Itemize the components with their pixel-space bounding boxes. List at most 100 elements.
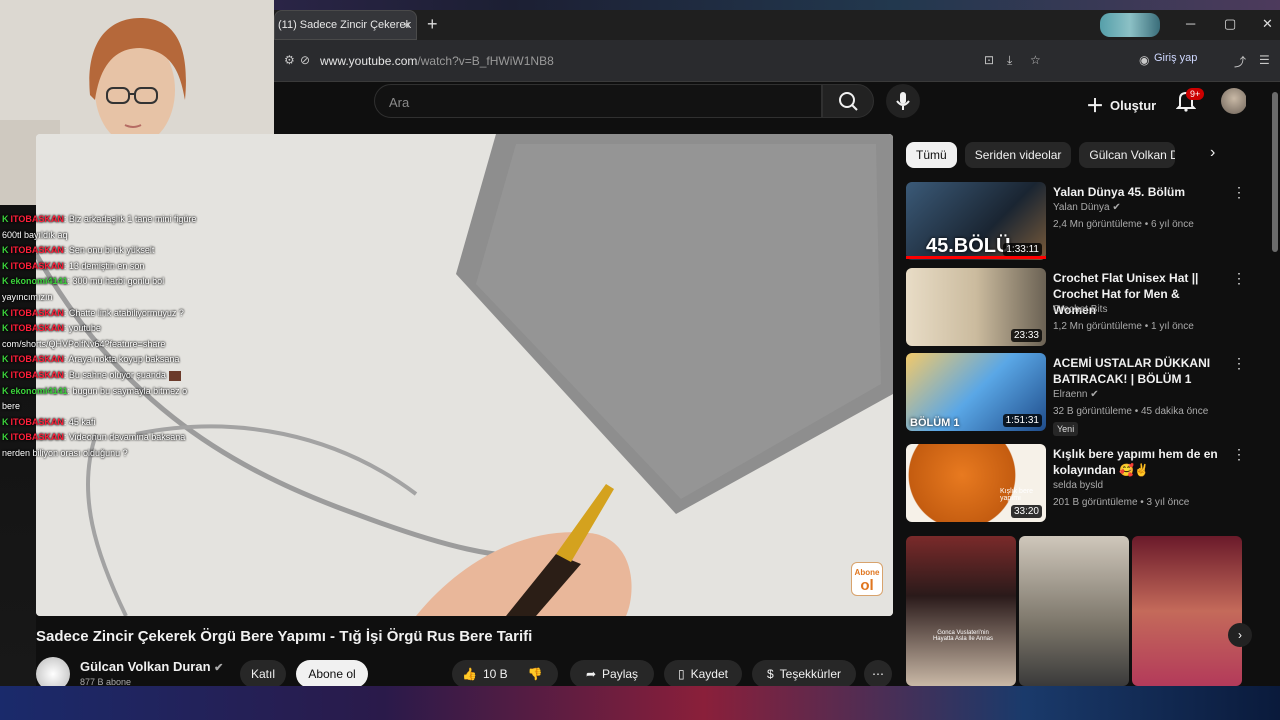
- recommendation-item[interactable]: BÖLÜM 1 1:51:31 ACEMİ USTALAR DÜKKANI BA…: [906, 353, 1246, 436]
- bookmark-star-icon[interactable]: ☆: [1030, 53, 1041, 67]
- channel-name[interactable]: Gülcan Volkan Duran ✔: [80, 659, 223, 674]
- profile-icon: ◉: [1139, 53, 1150, 67]
- like-button[interactable]: 👍 10 B: [462, 667, 508, 681]
- chip-all[interactable]: Tümü: [906, 142, 957, 168]
- chat-line: K ITOBASKAN: Araya nokta koyup baksana: [2, 352, 232, 368]
- chat-message: com/shorts/QHVPolfNv64?feature=share: [2, 338, 166, 349]
- extensions-icon[interactable]: ⤴: [1234, 53, 1246, 70]
- chat-message: bere: [2, 401, 21, 412]
- browser-tab-bar: (11) Sadece Zincir Çekerek × + ─ ▢ ✕: [274, 10, 1280, 40]
- thumbnail-text: 45.BÖLÜ: [926, 235, 1011, 257]
- shorts-next-icon[interactable]: ›: [1228, 623, 1252, 647]
- chat-username: ITOBASKAN: [10, 260, 64, 271]
- chat-line: Kekonomi4141: 300 mü harbi gonlu bol: [2, 274, 232, 290]
- chevron-right-icon[interactable]: ›: [1210, 144, 1215, 162]
- maximize-icon[interactable]: ▢: [1224, 16, 1236, 32]
- voice-search-button[interactable]: [886, 84, 920, 118]
- short-item[interactable]: Gonca Vuslateri'nin Hayatta Asla Ile Ann…: [906, 536, 1016, 686]
- chat-line: K ITOBASKAN: youtube: [2, 321, 232, 337]
- url-path: /watch?v=B_fHWiW1NB8: [417, 54, 554, 68]
- chat-message: : 13 demiştin en son: [63, 260, 145, 271]
- chat-message: : Biz arkadaşlık 1 tane mini figüre: [63, 214, 197, 224]
- thumbs-up-icon: 👍: [462, 667, 477, 681]
- chat-line: K ITOBASKAN: 13 demiştin en son: [2, 259, 232, 275]
- video-thumbnail[interactable]: BÖLÜM 1 1:51:31: [906, 353, 1046, 431]
- thumbnail-text: BÖLÜM 1: [910, 417, 960, 429]
- browser-tab[interactable]: (11) Sadece Zincir Çekerek ×: [274, 10, 417, 40]
- stream-chat-overlay: K ITOBASKAN : Biz arkadaşlık 1 tane mini f…: [2, 212, 232, 462]
- chat-line: com/shorts/QHVPolfNv64?feature=share: [2, 337, 232, 353]
- chat-line: Kekonomi4141: bugun bu saymayla bitmez o: [2, 384, 232, 400]
- more-vertical-icon[interactable]: ⋮: [1232, 184, 1246, 201]
- thanks-button[interactable]: $ Teşekkürler: [752, 660, 856, 688]
- short-item[interactable]: [1019, 536, 1129, 686]
- more-vertical-icon[interactable]: ⋮: [1232, 270, 1246, 287]
- join-label: Katıl: [250, 667, 275, 681]
- tab-close-icon[interactable]: ×: [403, 18, 410, 32]
- recommendation-item[interactable]: Kışlık bere yapımı 33:20 Kışlık bere yap…: [906, 444, 1246, 526]
- chat-username: ITOBASKAN: [10, 245, 64, 256]
- chat-line: K ITOBASKAN: 45 kafi: [2, 415, 232, 431]
- join-button[interactable]: Katıl: [240, 660, 286, 688]
- video-thumbnail[interactable]: Kışlık bere yapımı 33:20: [906, 444, 1046, 522]
- save-button[interactable]: ▯ Kaydet: [664, 660, 742, 688]
- short-item[interactable]: [1132, 536, 1242, 686]
- site-settings-icon[interactable]: ⚙: [284, 53, 295, 67]
- tab-title: (11) Sadece Zincir Çekerek: [278, 19, 412, 31]
- recommendation-item[interactable]: 23:33 Crochet Flat Unisex Hat || Crochet…: [906, 268, 1246, 350]
- duration-badge: 33:20: [1010, 505, 1042, 518]
- chat-line: K ITOBASKAN: Videonun devamına baksana: [2, 430, 232, 446]
- url-field[interactable]: www.youtube.com/watch?v=B_fHWiW1NB8: [320, 54, 554, 68]
- install-app-icon[interactable]: ⊡: [984, 53, 994, 67]
- subscribe-button[interactable]: Abone ol: [296, 660, 368, 688]
- page-scrollbar[interactable]: [1272, 92, 1278, 252]
- more-actions-button[interactable]: ⋯: [864, 660, 892, 688]
- account-avatar[interactable]: [1221, 88, 1247, 114]
- chat-line: nerden biliyon orası olduğunu ?: [2, 446, 232, 462]
- thanks-label: Teşekkürler: [779, 667, 842, 681]
- chat-line: K ITOBASKAN: Sen onu bi tık yükselt: [2, 243, 232, 259]
- rec-channel-name: Yalan Dünya: [1053, 202, 1110, 213]
- download-icon[interactable]: ⤓: [1007, 53, 1012, 68]
- rec-title: ACEMİ USTALAR DÜKKANI BATIRACAK! | BÖLÜM…: [1053, 356, 1211, 386]
- super-thanks-icon: $: [766, 667, 774, 681]
- browser-menu-icon[interactable]: ☰: [1259, 53, 1270, 67]
- share-button[interactable]: ➦ Paylaş: [570, 660, 654, 688]
- address-bar: ⚙ ⊘ www.youtube.com/watch?v=B_fHWiW1NB8 …: [274, 40, 1280, 82]
- search-placeholder: Ara: [389, 95, 410, 110]
- video-thumbnail[interactable]: 23:33: [906, 268, 1046, 346]
- sign-in-button[interactable]: Giriş yap: [1154, 52, 1197, 64]
- rec-channel: Elraenn ✔: [1053, 389, 1099, 400]
- chip-channel[interactable]: Gülcan Volkan Duran: [1079, 142, 1176, 168]
- browser-theme-decoration: [1100, 13, 1160, 37]
- window-close-icon[interactable]: ✕: [1262, 16, 1273, 32]
- kick-badge-icon: K: [2, 385, 9, 396]
- rec-meta: 2,4 Mn görüntüleme • 6 yıl önce: [1053, 219, 1194, 230]
- subscribe-watermark-logo[interactable]: Abone ol: [851, 562, 883, 596]
- search-icon: [839, 92, 858, 111]
- more-vertical-icon[interactable]: ⋮: [1232, 446, 1246, 463]
- search-button[interactable]: [822, 84, 874, 118]
- create-button[interactable]: ＋ Oluştur: [1086, 92, 1156, 118]
- new-tab-icon[interactable]: +: [427, 14, 438, 35]
- more-vertical-icon[interactable]: ⋮: [1232, 355, 1246, 372]
- connection-info-icon[interactable]: ⊘: [300, 53, 310, 67]
- subscribe-label: Abone ol: [308, 667, 356, 681]
- minimize-icon[interactable]: ─: [1186, 16, 1195, 31]
- recommendation-item[interactable]: 45.BÖLÜ 1:33:11 Yalan Dünya 45. Bölüm Ya…: [906, 182, 1246, 264]
- chat-message: : youtube: [63, 323, 101, 334]
- like-dislike-group: 👍 10 B 👎: [452, 660, 558, 688]
- watch-progress-bar: [906, 256, 1046, 259]
- shorts-shelf: Gonca Vuslateri'nin Hayatta Asla Ile Ann…: [906, 536, 1252, 686]
- url-domain: www.youtube.com: [320, 54, 418, 68]
- rec-meta: 32 B görüntüleme • 45 dakika önce: [1053, 406, 1209, 417]
- search-input[interactable]: Ara: [374, 84, 822, 118]
- share-label: Paylaş: [602, 667, 639, 681]
- video-thumbnail[interactable]: 45.BÖLÜ 1:33:11: [906, 182, 1046, 260]
- chat-message: nerden biliyon orası olduğunu ?: [2, 447, 128, 458]
- chip-series[interactable]: Seriden videolar: [964, 142, 1072, 168]
- chat-line: bere: [2, 399, 232, 415]
- kick-badge-icon: K: [2, 307, 9, 318]
- chat-message: : Chatte link atabiliyormuyuz ?: [63, 307, 184, 318]
- dislike-button-icon[interactable]: 👎: [528, 667, 543, 681]
